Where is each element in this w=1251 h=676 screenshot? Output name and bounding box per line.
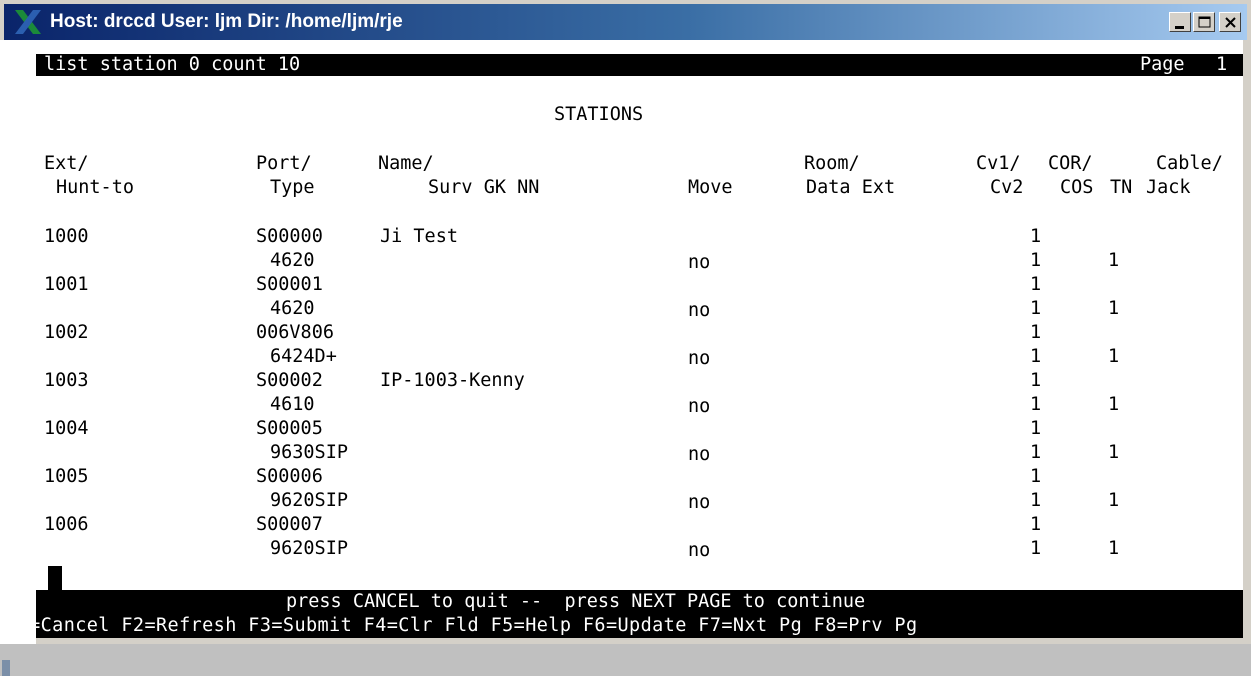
header-cable: Cable/ [1156,153,1223,174]
station-type: 9620SIP [270,538,348,559]
header-move: Move [688,177,733,198]
function-keys-text[interactable]: F1=Cancel F2=Refresh F3=Submit F4=Clr Fl… [36,615,918,637]
station-cv2: 1 [1030,298,1042,319]
page-label: Page [1140,54,1185,75]
report-heading: STATIONS [554,104,644,125]
function-key-bar: F1=Cancel F2=Refresh F3=Submit F4=Clr Fl… [36,614,1243,638]
prompt-text: press CANCEL to quit -- press NEXT PAGE … [286,591,866,612]
header-type: Type [270,177,315,198]
header-name: Name/ [378,153,434,174]
station-move: no [688,348,711,369]
station-ext: 1003 [44,370,89,391]
station-cos: 1 [1108,490,1120,511]
station-ext: 1002 [44,322,89,343]
window-title: Host: drccd User: ljm Dir: /home/ljm/rje [50,11,403,32]
header-cv1: Cv1/ [976,153,1021,174]
station-move: no [688,252,711,273]
station-move: no [688,396,711,417]
station-cv2: 1 [1030,490,1042,511]
station-ext: 1006 [44,514,89,535]
station-move: no [688,492,711,513]
station-cv1: 1 [1030,466,1042,487]
maximize-button[interactable] [1193,12,1215,32]
station-cos: 1 [1108,346,1120,367]
header-port: Port/ [256,153,312,174]
header-hunt: Hunt-to [56,177,134,198]
header-cv2: Cv2 [990,177,1024,198]
station-cv1: 1 [1030,226,1042,247]
station-port: 006V806 [256,322,334,343]
station-type: 4610 [270,394,315,415]
close-button[interactable] [1219,12,1241,32]
station-cos: 1 [1108,442,1120,463]
station-move: no [688,300,711,321]
station-type: 9620SIP [270,490,348,511]
station-name: IP-1003-Kenny [380,370,525,391]
station-cos: 1 [1108,538,1120,559]
station-ext: 1001 [44,274,89,295]
station-ext: 1004 [44,418,89,439]
station-cv1: 1 [1030,514,1042,535]
terminal-screen[interactable]: list station 0 count 10 Page 1 STATIONS … [36,40,1243,638]
close-icon [1225,17,1236,28]
header-ext: Ext/ [44,153,89,174]
x-terminal-icon [15,10,41,34]
station-cos: 1 [1108,250,1120,271]
station-cv1: 1 [1030,322,1042,343]
station-cv1: 1 [1030,274,1042,295]
header-cos: COS [1060,177,1094,198]
station-cv1: 1 [1030,418,1042,439]
station-port: S00000 [256,226,323,247]
header-data-ext: Data Ext [806,177,896,198]
station-port: S00001 [256,274,323,295]
page-number: 1 [1216,54,1228,75]
minimize-button[interactable] [1169,12,1191,32]
station-move: no [688,444,711,465]
station-type: 4620 [270,298,315,319]
station-cv2: 1 [1030,250,1042,271]
station-cv2: 1 [1030,394,1042,415]
station-type: 6424D+ [270,346,337,367]
header-cor: COR/ [1048,153,1093,174]
station-cv2: 1 [1030,442,1042,463]
window-handle[interactable] [2,660,10,676]
header-jack: Jack [1146,177,1191,198]
station-ext: 1005 [44,466,89,487]
terminal-window: Host: drccd User: ljm Dir: /home/ljm/rje… [0,0,1251,676]
station-port: S00005 [256,418,323,439]
station-type: 4620 [270,250,315,271]
station-name: Ji Test [380,226,458,247]
station-cos: 1 [1108,298,1120,319]
station-cos: 1 [1108,394,1120,415]
text-cursor [48,566,62,592]
station-port: S00007 [256,514,323,535]
station-cv2: 1 [1030,346,1042,367]
prompt-bar: press CANCEL to quit -- press NEXT PAGE … [36,590,1243,614]
station-cv2: 1 [1030,538,1042,559]
left-border [0,40,36,676]
title-bar[interactable]: Host: drccd User: ljm Dir: /home/ljm/rje [4,4,1247,40]
command-text: list station 0 count 10 [44,54,301,75]
header-surv: Surv GK NN [428,177,540,198]
station-cv1: 1 [1030,370,1042,391]
station-ext: 1000 [44,226,89,247]
header-tn: TN [1110,177,1133,198]
station-type: 9630SIP [270,442,348,463]
station-port: S00002 [256,370,323,391]
station-port: S00006 [256,466,323,487]
maximize-icon [1198,16,1211,28]
header-room: Room/ [804,153,860,174]
command-line: list station 0 count 10 Page 1 [36,54,1243,76]
minimize-icon [1175,26,1184,29]
station-move: no [688,540,711,561]
